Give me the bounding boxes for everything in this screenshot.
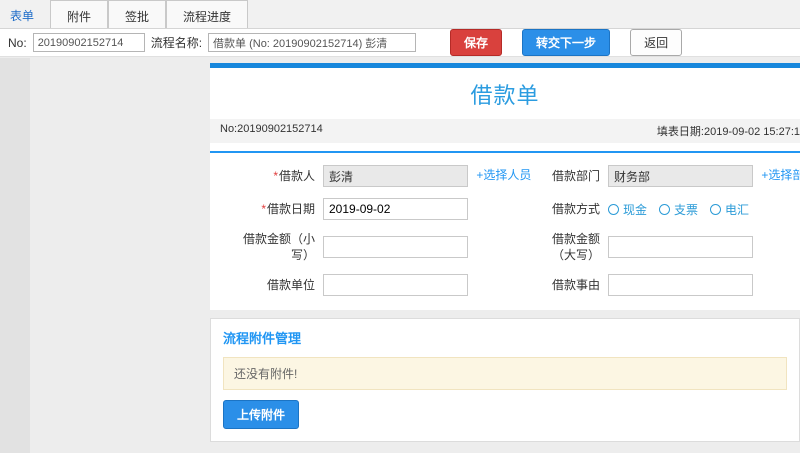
radio-cash[interactable]: 现金 bbox=[608, 201, 647, 218]
dept-input[interactable] bbox=[608, 165, 753, 187]
no-attachments-notice: 还没有附件! bbox=[223, 357, 787, 391]
attachments-title: 流程附件管理 bbox=[223, 331, 302, 347]
save-button[interactable]: 保存 bbox=[450, 29, 503, 56]
amount-lower-input[interactable] bbox=[323, 236, 468, 259]
method-label: 借款方式 bbox=[551, 201, 600, 216]
tab-process-progress[interactable]: 流程进度 bbox=[166, 0, 249, 28]
form-no-text: No:20190902152714 bbox=[220, 123, 323, 135]
form-fields: *借款人 +选择人员 借款部门 +选择部门 *借款日期 借款方式 现金 支票 电… bbox=[210, 153, 800, 310]
unit-input[interactable] bbox=[323, 274, 468, 297]
form-info-strip: No:20190902152714 填表日期:2019-09-02 15:27:… bbox=[210, 119, 800, 143]
dept-label: 借款部门 bbox=[551, 168, 600, 183]
select-person-link[interactable]: +选择人员 bbox=[476, 168, 531, 182]
radio-icon bbox=[710, 203, 722, 215]
no-label: No: bbox=[8, 35, 27, 50]
next-step-button[interactable]: 转交下一步 bbox=[522, 29, 611, 56]
reason-label: 借款事由 bbox=[551, 278, 600, 293]
radio-cheque[interactable]: 支票 bbox=[659, 201, 698, 218]
no-input[interactable] bbox=[32, 33, 145, 52]
tab-bar: 表单 附件 签批 流程进度 bbox=[0, 0, 800, 29]
process-name-label: 流程名称: bbox=[150, 36, 203, 50]
tab-attachments[interactable]: 附件 bbox=[50, 0, 109, 28]
form-date-text: 填表日期:2019-09-02 15:27:1 bbox=[656, 126, 800, 138]
required-mark: * bbox=[273, 168, 278, 183]
tab-form[interactable]: 表单 bbox=[0, 0, 50, 28]
borrower-input[interactable] bbox=[323, 165, 468, 187]
unit-label: 借款单位 bbox=[266, 278, 315, 293]
borrow-date-input[interactable] bbox=[323, 198, 468, 220]
top-toolbar: No: 流程名称: 保存 转交下一步 返回 bbox=[0, 29, 800, 57]
main-content: 借款单 No:20190902152714 填表日期:2019-09-02 15… bbox=[0, 57, 800, 453]
left-gutter bbox=[0, 58, 30, 453]
borrow-date-label: *借款日期 bbox=[261, 201, 315, 216]
upload-attachment-button[interactable]: 上传附件 bbox=[223, 400, 300, 430]
form-title: 借款单 bbox=[470, 83, 540, 108]
process-name-input[interactable] bbox=[208, 33, 417, 52]
borrower-label: *借款人 bbox=[273, 168, 315, 183]
radio-icon bbox=[659, 203, 671, 215]
back-button[interactable]: 返回 bbox=[630, 29, 683, 56]
required-mark: * bbox=[261, 201, 266, 216]
radio-icon bbox=[608, 203, 619, 215]
amount-upper-label: 借款金额（大写） bbox=[551, 232, 600, 263]
select-dept-link[interactable]: +选择部门 bbox=[761, 168, 800, 182]
tab-approval[interactable]: 签批 bbox=[108, 0, 167, 28]
amount-upper-input[interactable] bbox=[608, 236, 753, 259]
loan-form-card: 借款单 No:20190902152714 填表日期:2019-09-02 15… bbox=[210, 63, 800, 311]
amount-lower-label: 借款金额（小写） bbox=[242, 232, 315, 263]
reason-input[interactable] bbox=[608, 274, 753, 297]
radio-wire[interactable]: 电汇 bbox=[710, 201, 749, 218]
attachments-card: 流程附件管理 还没有附件! 上传附件 bbox=[210, 318, 800, 443]
